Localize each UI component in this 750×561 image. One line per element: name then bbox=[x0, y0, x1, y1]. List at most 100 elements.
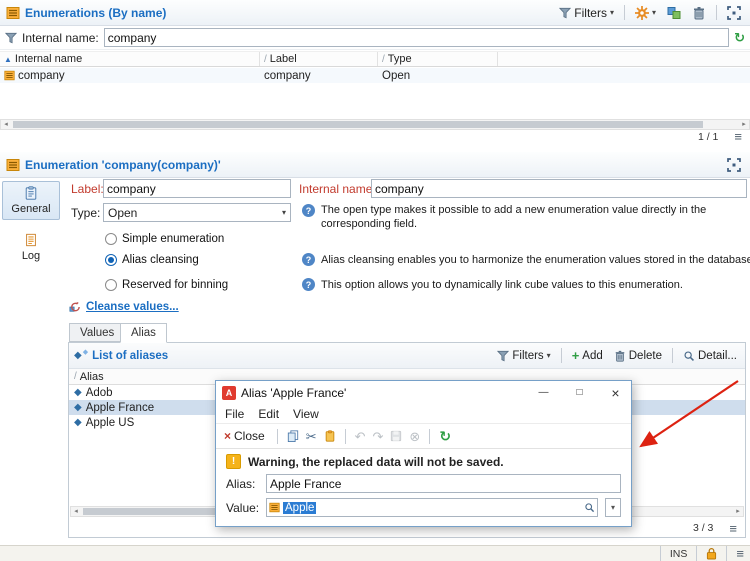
close-button[interactable]: × bbox=[600, 381, 631, 404]
enumeration-icon bbox=[6, 158, 20, 172]
column-header-label[interactable]: / Label bbox=[260, 52, 378, 66]
maximize-button[interactable]: □ bbox=[564, 381, 595, 404]
panel-title: Enumerations (By name) bbox=[25, 5, 167, 20]
toolbar-separator bbox=[429, 428, 431, 444]
scroll-left-arrow[interactable]: ◂ bbox=[71, 507, 81, 516]
tab-general[interactable]: General bbox=[2, 181, 60, 220]
tab-alias[interactable]: Alias bbox=[120, 323, 167, 343]
minimize-button[interactable]: — bbox=[528, 381, 559, 404]
panels-button[interactable] bbox=[664, 5, 684, 21]
column-header-empty bbox=[498, 52, 750, 66]
grid-menu-icon[interactable]: ≡ bbox=[729, 522, 737, 535]
settings-button[interactable]: ▾ bbox=[632, 5, 659, 21]
menu-file[interactable]: File bbox=[218, 407, 251, 421]
detail-panel-header: Enumeration 'company(company)' bbox=[0, 152, 750, 178]
expand-icon bbox=[727, 6, 741, 20]
diamond-icon: ◆ bbox=[74, 349, 82, 361]
diamond-icon: ◆ bbox=[82, 349, 89, 356]
maximize-panel-button[interactable] bbox=[724, 5, 744, 21]
trash-icon bbox=[614, 350, 626, 362]
detail-alias-button[interactable]: Detail... bbox=[680, 349, 740, 363]
grid-footer: 1 / 1 ≡ bbox=[0, 130, 750, 143]
sortable-icon: / bbox=[382, 53, 385, 65]
tab-values[interactable]: Values bbox=[69, 323, 126, 342]
cell-internal-name: company bbox=[0, 70, 260, 82]
value-field-row: Value: Apple ▾ bbox=[216, 495, 631, 519]
radio-label-reserved-for-binning[interactable]: Reserved for binning bbox=[122, 279, 228, 291]
scroll-left-arrow[interactable]: ◂ bbox=[1, 120, 11, 129]
warning-icon: ! bbox=[226, 454, 241, 469]
cleanse-values-link[interactable]: Cleanse values... bbox=[86, 301, 179, 313]
delete-alias-button[interactable]: Delete bbox=[611, 349, 665, 363]
scroll-right-arrow[interactable]: ▸ bbox=[733, 507, 743, 516]
refresh-icon[interactable]: ↻ bbox=[439, 429, 451, 443]
sortable-icon: / bbox=[264, 53, 267, 65]
scrollbar-thumb[interactable] bbox=[13, 121, 703, 128]
enumeration-table-row[interactable]: company company Open bbox=[0, 68, 750, 83]
column-header-internal-name[interactable]: ▲ Internal name bbox=[0, 52, 260, 66]
radio-label-alias-cleansing[interactable]: Alias cleansing bbox=[122, 254, 199, 266]
chevron-down-icon: ▾ bbox=[281, 208, 286, 217]
toolbar-separator bbox=[560, 348, 562, 363]
dialog-titlebar[interactable]: A Alias 'Apple France' — □ × bbox=[216, 381, 631, 404]
value-dropdown-button[interactable]: ▾ bbox=[605, 498, 621, 517]
filter-funnel-icon bbox=[559, 7, 571, 19]
cut-icon[interactable]: ✂ bbox=[306, 430, 317, 443]
save-icon[interactable] bbox=[390, 430, 402, 442]
grid-menu-icon[interactable]: ≡ bbox=[734, 130, 742, 143]
close-x-icon: × bbox=[224, 429, 232, 443]
column-header-type[interactable]: / Type bbox=[378, 52, 498, 66]
clipboard-icon bbox=[24, 186, 38, 200]
statusbar-menu-icon[interactable]: ≡ bbox=[736, 547, 744, 560]
plus-icon: + bbox=[571, 348, 580, 363]
radio-reserved-for-binning[interactable] bbox=[105, 279, 117, 291]
alias-input[interactable] bbox=[266, 474, 621, 493]
cell-type: Open bbox=[378, 70, 498, 82]
chevron-down-icon: ▾ bbox=[651, 8, 656, 17]
internal-name-input[interactable] bbox=[371, 179, 747, 198]
alias-field-row: Alias: bbox=[216, 471, 631, 495]
undo-icon[interactable]: ↶ bbox=[355, 430, 366, 443]
copy-icon[interactable] bbox=[287, 430, 299, 442]
diamond-icon: ◆ bbox=[74, 416, 82, 428]
app-icon: A bbox=[222, 385, 236, 400]
filters-button[interactable]: Filters ▾ bbox=[556, 5, 617, 21]
radio-label-simple-enumeration[interactable]: Simple enumeration bbox=[122, 233, 224, 245]
close-dialog-button[interactable]: × Close bbox=[221, 428, 268, 444]
quick-filter-row: Internal name: ↻ bbox=[0, 26, 750, 50]
menu-edit[interactable]: Edit bbox=[251, 407, 286, 421]
radio-alias-cleansing[interactable] bbox=[105, 254, 117, 266]
maximize-panel-button[interactable] bbox=[724, 157, 744, 173]
label-input[interactable] bbox=[103, 179, 291, 198]
expand-icon bbox=[727, 158, 741, 172]
cell-text: company bbox=[18, 69, 65, 82]
cell-label: company bbox=[260, 70, 378, 82]
radio-simple-enumeration[interactable] bbox=[105, 233, 117, 245]
lock-icon[interactable] bbox=[706, 547, 717, 560]
type-select-value: Open bbox=[108, 205, 138, 220]
refresh-icon[interactable]: ↻ bbox=[734, 31, 745, 44]
add-alias-button[interactable]: + Add bbox=[569, 349, 606, 363]
dialog-menubar: File Edit View bbox=[216, 404, 631, 423]
tab-label: Alias bbox=[131, 327, 156, 339]
cancel-icon[interactable]: ⊗ bbox=[409, 430, 420, 443]
redo-icon[interactable]: ↷ bbox=[373, 430, 384, 443]
value-combo-input[interactable]: Apple bbox=[266, 498, 598, 517]
diamond-icon: ◆ bbox=[74, 386, 82, 398]
panels-icon bbox=[667, 6, 681, 20]
menu-view[interactable]: View bbox=[286, 407, 326, 421]
label-field-label: Label: bbox=[71, 182, 104, 196]
alias-dialog: A Alias 'Apple France' — □ × File Edit V… bbox=[215, 380, 632, 527]
value-selected-text: Apple bbox=[283, 501, 317, 514]
search-icon[interactable] bbox=[584, 502, 595, 513]
delete-enumeration-button[interactable] bbox=[689, 5, 709, 21]
internal-name-field-label: Internal name: bbox=[299, 182, 376, 196]
horizontal-scrollbar[interactable]: ◂ ▸ bbox=[0, 119, 750, 130]
scroll-right-arrow[interactable]: ▸ bbox=[739, 120, 749, 129]
alias-filters-button[interactable]: Filters ▾ bbox=[494, 349, 553, 363]
internal-name-filter-input[interactable] bbox=[103, 28, 730, 47]
type-select[interactable]: Open ▾ bbox=[103, 203, 291, 222]
tab-log[interactable]: Log bbox=[2, 228, 60, 267]
application-window: Enumerations (By name) Filters ▾ ▾ Inter… bbox=[0, 0, 750, 561]
paste-icon[interactable] bbox=[324, 430, 336, 442]
